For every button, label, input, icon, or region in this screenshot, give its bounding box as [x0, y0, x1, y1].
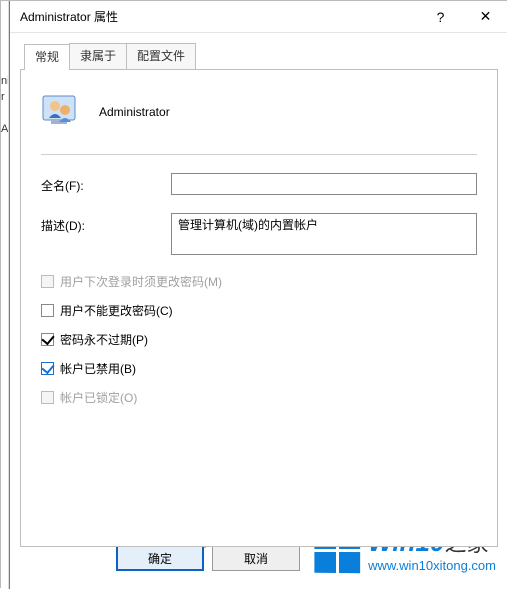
cancel-button[interactable]: 取消: [212, 545, 300, 571]
check-label: 帐户已禁用(B): [60, 360, 136, 377]
titlebar: Administrator 属性 ? ✕: [10, 1, 507, 33]
checkbox-icon: [41, 391, 54, 404]
check-label: 用户不能更改密码(C): [60, 302, 173, 319]
description-input[interactable]: 管理计算机(域)的内置帐户: [171, 213, 477, 255]
tab-profile[interactable]: 配置文件: [126, 43, 196, 69]
general-tab-pane: Administrator 全名(F): 描述(D): 管理计算机(域)的内置帐…: [20, 69, 498, 547]
account-header: Administrator: [41, 92, 477, 128]
check-label: 密码永不过期(P): [60, 331, 148, 348]
fullname-input[interactable]: [171, 173, 477, 195]
check-cannot-change[interactable]: 用户不能更改密码(C): [41, 302, 477, 319]
account-display-name: Administrator: [99, 101, 170, 119]
check-label: 用户下次登录时须更改密码(M): [60, 273, 222, 290]
ok-button[interactable]: 确定: [116, 545, 204, 571]
properties-dialog: Administrator 属性 ? ✕ 常规 隶属于 配置文件: [9, 1, 507, 589]
check-locked-out: 帐户已锁定(O): [41, 389, 477, 406]
check-account-disabled[interactable]: 帐户已禁用(B): [41, 360, 477, 377]
window-title: Administrator 属性: [10, 8, 418, 25]
check-never-expires[interactable]: 密码永不过期(P): [41, 331, 477, 348]
check-label: 帐户已锁定(O): [60, 389, 137, 406]
tab-strip: 常规 隶属于 配置文件: [24, 43, 498, 69]
description-label: 描述(D):: [41, 213, 171, 234]
tab-general[interactable]: 常规: [24, 44, 70, 70]
user-icon: [41, 92, 77, 128]
check-must-change: 用户下次登录时须更改密码(M): [41, 273, 477, 290]
close-button[interactable]: ✕: [463, 1, 507, 33]
checkbox-icon[interactable]: [41, 333, 54, 346]
checkbox-icon[interactable]: [41, 362, 54, 375]
tab-member-of[interactable]: 隶属于: [69, 43, 127, 69]
checkbox-icon: [41, 275, 54, 288]
fullname-row: 全名(F):: [41, 173, 477, 195]
description-row: 描述(D): 管理计算机(域)的内置帐户: [41, 213, 477, 255]
help-button[interactable]: ?: [418, 1, 463, 33]
tab-area: 常规 隶属于 配置文件 Administrator: [10, 33, 507, 547]
checkbox-group: 用户下次登录时须更改密码(M) 用户不能更改密码(C) 密码永不过期(P) 帐户…: [41, 273, 477, 406]
background-sliver: nir r A: [1, 1, 9, 589]
fullname-label: 全名(F):: [41, 173, 171, 194]
divider: [41, 154, 477, 155]
checkbox-icon[interactable]: [41, 304, 54, 317]
